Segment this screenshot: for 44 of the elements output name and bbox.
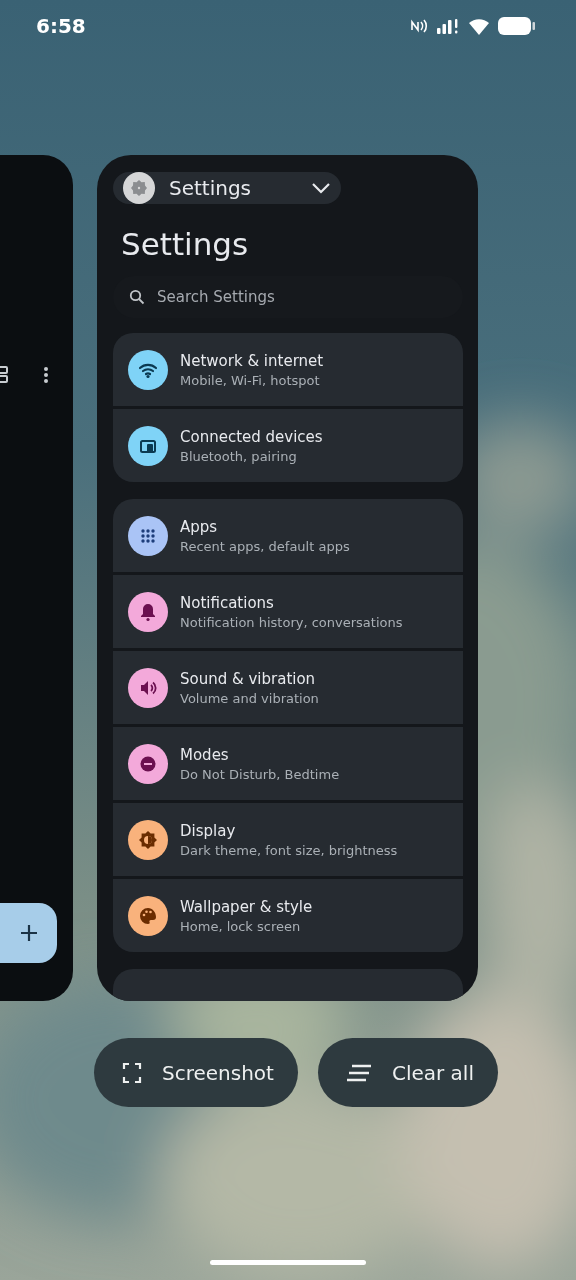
row-title: Modes — [180, 745, 230, 764]
app-menu-chip[interactable]: Settings — [113, 172, 341, 204]
plus-icon — [18, 923, 39, 943]
settings-item[interactable]: Wallpaper & style Home, lock screen — [113, 879, 463, 952]
app-preview-card[interactable] — [0, 155, 73, 1001]
row-subtitle: Mobile, Wi‑Fi, hotspot — [180, 372, 321, 388]
row-subtitle: Notification history, conversations — [180, 614, 403, 630]
clear-all-button[interactable]: Clear all — [317, 1038, 498, 1107]
clear-all-icon — [345, 1063, 372, 1082]
row-subtitle: Recent apps, default apps — [180, 538, 350, 554]
app-preview-card[interactable] — [97, 155, 478, 1001]
chevron-down-icon — [311, 182, 331, 194]
page-title: Settings — [121, 225, 250, 264]
grid-icon — [0, 366, 9, 384]
settings-item[interactable]: Notifications Notification history, conversations — [113, 575, 463, 648]
battery-icon — [498, 17, 536, 35]
row-subtitle: Bluetooth, pairing — [180, 448, 298, 464]
search-icon — [129, 289, 145, 305]
settings-item[interactable]: Network & internet Mobile, Wi‑Fi, hotspot — [113, 333, 463, 406]
row-subtitle: Dark theme, font size, brightness — [180, 842, 398, 858]
row-title: Wallpaper & style — [180, 897, 313, 916]
row-title: Display — [180, 821, 237, 840]
more-icon[interactable] — [43, 366, 49, 384]
clock: 6:58 — [36, 14, 87, 38]
row-title: Network & internet — [180, 351, 324, 370]
row-title: Connected devices — [180, 427, 323, 446]
settings-item[interactable]: Connected devices Bluetooth, pairing — [113, 409, 463, 482]
gear-icon — [123, 172, 155, 204]
row-subtitle: Home, lock screen — [180, 918, 302, 934]
settings-item[interactable]: Display Dark theme, font size, brightness — [113, 803, 463, 876]
wifi-icon — [468, 17, 490, 35]
row-subtitle: Do Not Disturb, Bedtime — [180, 766, 340, 782]
screenshot-icon — [122, 1061, 142, 1084]
signal-icon — [436, 18, 460, 34]
settings-item[interactable]: Modes Do Not Disturb, Bedtime — [113, 727, 463, 800]
add-button[interactable] — [0, 903, 57, 963]
row-title: Apps — [180, 517, 219, 536]
settings-item[interactable]: Sound & vibration Volume and vibration — [113, 651, 463, 724]
row-title: Sound & vibration — [180, 669, 317, 688]
row-subtitle: Volume and vibration — [180, 690, 319, 706]
row-title: Notifications — [180, 593, 275, 612]
nfc-icon — [410, 19, 428, 33]
screenshot-button[interactable]: Screenshot — [94, 1038, 298, 1107]
settings-item[interactable]: Apps Recent apps, default apps — [113, 499, 463, 572]
